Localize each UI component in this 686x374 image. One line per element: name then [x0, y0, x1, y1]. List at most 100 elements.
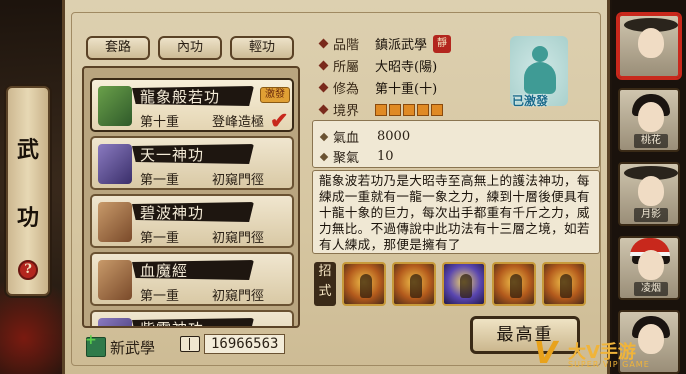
experience-value: 16966563: [204, 334, 286, 354]
skill-list[interactable]: 龍象般若功 第十重 登峰造極 激發 ✔ 天一神功 第一重 初窺門徑 碧波神功 第…: [82, 66, 300, 328]
stat-row: 聚氣 10: [319, 147, 394, 166]
skill-name: 碧波神功: [140, 204, 205, 222]
figure-icon: [410, 274, 422, 298]
diamond-icon: [318, 82, 329, 93]
skill-scroll-icon: [98, 260, 132, 300]
move-icon-4[interactable]: [492, 262, 536, 306]
skill-scroll-icon: [98, 86, 132, 126]
belong-value: 大昭寺(陽): [375, 60, 438, 75]
new-skill-button[interactable]: 新武學: [85, 332, 156, 358]
character-card-4[interactable]: 凌烟: [618, 236, 680, 300]
practice-value: 第十重(十): [375, 82, 438, 97]
figure-icon: [360, 274, 372, 298]
skill-name: 血魔經: [140, 262, 189, 280]
monk-icon: [532, 46, 548, 62]
info-realm: 境界: [318, 100, 443, 119]
realm-segment: [403, 103, 415, 116]
skill-stage: 初窺門徑: [212, 173, 265, 188]
skill-item-bibo[interactable]: 碧波神功 第一重 初窺門徑: [90, 194, 294, 248]
moves-label: 招 式: [314, 262, 336, 306]
description-text: 龍象波若功乃是大昭寺至高無上的護法神功，每練成一重就有一龍一象之力，練到十層後便…: [319, 173, 590, 252]
realm-segment: [431, 103, 443, 116]
skill-name: 龍象般若功: [140, 88, 221, 106]
open-book-icon: [180, 336, 200, 352]
realm-segment: [389, 103, 401, 116]
diamond-icon: [318, 38, 329, 49]
add-book-icon: [85, 332, 106, 357]
grade-value: 鎮派武學: [375, 38, 428, 53]
skill-level: 第一重: [140, 289, 180, 304]
v-logo-icon: V: [534, 336, 558, 371]
title-char-1: 武: [16, 137, 39, 163]
character-card-3[interactable]: 月影: [618, 162, 680, 226]
realm-segment: [375, 103, 387, 116]
skill-item-xuemo[interactable]: 血魔經 第一重 初窺門徑: [90, 252, 294, 306]
info-practice: 修為 第十重(十): [318, 78, 438, 97]
skill-scroll-icon: [98, 202, 132, 242]
activated-status: 已激發: [512, 94, 549, 108]
description-box[interactable]: 龍象波若功乃是大昭寺至高無上的護法神功，每練成一重就有一龍一象之力，練到十層後便…: [312, 170, 600, 254]
stat-value: 10: [377, 149, 394, 164]
figure-icon: [460, 274, 472, 298]
skill-level: 第十重: [140, 115, 180, 130]
new-skill-label: 新武學: [110, 338, 156, 357]
diamond-icon: [318, 104, 329, 115]
skill-item-tianyi[interactable]: 天一神功 第一重 初窺門徑: [90, 136, 294, 190]
skill-stage: 登峰造極: [212, 115, 265, 130]
moves-label-char-1: 招: [318, 264, 332, 279]
watermark-logo: V 大V手游 SUPER VIP GAME: [534, 334, 684, 374]
skill-scroll-icon: [98, 318, 132, 326]
figure-icon: [510, 274, 522, 298]
tab-lightness-skill[interactable]: 輕功: [230, 36, 294, 60]
stat-label: 聚氣: [333, 151, 360, 166]
character-card-1[interactable]: [618, 14, 680, 78]
stat-value: 8000: [377, 129, 411, 144]
move-icon-5[interactable]: [542, 262, 586, 306]
figure-icon: [560, 274, 572, 298]
experience-display: 16966563: [180, 334, 286, 354]
character-card-2[interactable]: 桃花: [618, 88, 680, 152]
diamond-icon: [318, 60, 329, 71]
belong-label: 所屬: [333, 60, 360, 75]
realm-segment: [417, 103, 429, 116]
title-char-2: 功: [16, 205, 39, 231]
realm-label: 境界: [333, 104, 360, 119]
skill-item-longxiang[interactable]: 龍象般若功 第十重 登峰造極 激發 ✔: [90, 78, 294, 134]
tab-inner-power[interactable]: 內功: [158, 36, 222, 60]
help-icon[interactable]: ?: [18, 260, 38, 280]
diamond-icon: [319, 152, 329, 161]
skill-level: 第一重: [140, 173, 180, 188]
skill-name: 紫霞神功: [140, 318, 204, 326]
skill-stage: 初窺門徑: [212, 231, 265, 246]
face-icon: [638, 28, 664, 58]
skill-level: 第一重: [140, 231, 180, 246]
stats-box: 氣血 8000 聚氣 10: [312, 120, 600, 168]
moves-label-char-2: 式: [318, 284, 332, 299]
skill-name: 天一神功: [140, 146, 205, 164]
face-icon: [638, 176, 664, 206]
check-mark-icon: ✔: [270, 108, 289, 134]
skill-item-zixia[interactable]: 紫霞神功: [90, 310, 294, 326]
tab-routines[interactable]: 套路: [86, 36, 150, 60]
move-icon-2[interactable]: [392, 262, 436, 306]
monk-body: [524, 62, 556, 94]
info-belong: 所屬 大昭寺(陽): [318, 56, 438, 75]
move-icon-3[interactable]: [442, 262, 486, 306]
move-icon-1[interactable]: [342, 262, 386, 306]
character-name: 桃花: [634, 134, 668, 148]
character-name: 凌烟: [634, 282, 668, 296]
skill-scroll-icon: [98, 144, 132, 184]
face-icon: [638, 102, 664, 132]
character-name: 月影: [634, 208, 668, 222]
martial-arts-title-scroll: 武 功 ?: [6, 86, 50, 296]
diamond-icon: [319, 132, 329, 141]
practice-label: 修為: [333, 82, 360, 97]
activated-badge: 激發: [260, 87, 290, 103]
grade-label: 品階: [333, 38, 360, 53]
stat-row: 氣血 8000: [319, 127, 411, 146]
skill-stage: 初窺門徑: [212, 289, 265, 304]
realm-progress-bar: [375, 103, 443, 116]
face-icon: [638, 250, 664, 280]
character-column: 桃花 月影 凌烟: [612, 0, 686, 374]
brand-name-en: SUPER VIP GAME: [568, 360, 650, 369]
